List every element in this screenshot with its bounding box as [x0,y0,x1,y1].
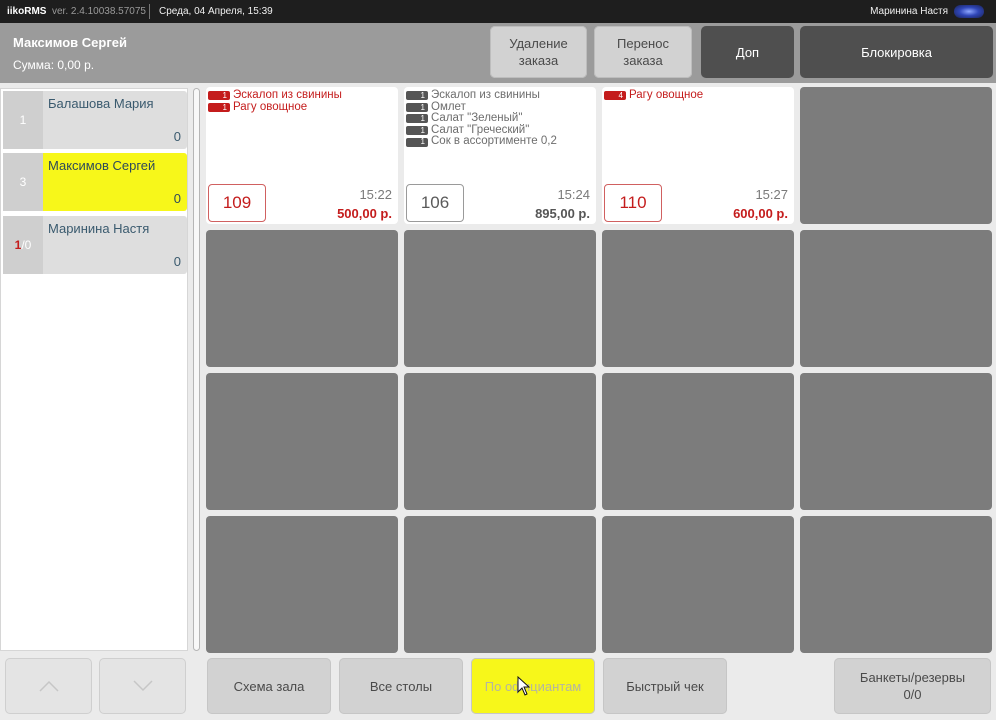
waiter-item-selected[interactable]: 3 Максимов Сергей 0 [3,153,187,211]
app-name: iikoRMS [7,6,47,17]
item-qty: 1 [208,91,230,101]
waiter-list-scrollbar[interactable] [193,88,200,651]
item-qty: 1 [406,126,428,136]
item-name: Рагу овощное [233,100,308,113]
item-name: Эскалоп из свинины [431,89,540,101]
order-items: 4 Рагу овощное [604,89,792,102]
item-qty: 4 [604,91,626,101]
order-time: 15:27 [755,187,788,202]
scroll-down-button[interactable] [99,658,186,714]
scroll-up-button[interactable] [5,658,92,714]
empty-order-slot[interactable] [206,230,398,367]
order-item: 1 Эскалоп из свинины [406,89,594,102]
waiter-counter: 0 [173,254,181,269]
waiter-count-red: 1 [14,238,22,252]
selected-waiter-sum: Сумма: 0,00 р. [13,58,95,72]
empty-order-slot[interactable] [602,516,794,653]
waiter-counter: 0 [173,129,181,144]
datetime: Среда, 04 Апреля, 15:39 [159,6,273,17]
table-number: 110 [604,184,662,222]
item-qty: 1 [406,137,428,147]
order-items: 1 Эскалоп из свинины 1 Омлет 1 Салат "Зелен… [406,89,594,148]
by-waiters-button[interactable]: По официантам [471,658,595,714]
order-item: 4 Рагу овощное [604,89,792,102]
empty-order-slot[interactable] [206,373,398,510]
chevron-down-icon [132,680,153,692]
all-tables-button[interactable]: Все столы [339,658,463,714]
table-number: 109 [208,184,266,222]
item-name: Рагу овощное [629,89,704,101]
order-sum: 500,00 р. [337,206,392,221]
order-item: 1 Эскалоп из свинины [208,89,396,102]
order-tile[interactable]: 1 Эскалоп из свинины 1 Рагу овощное 109 15… [206,87,398,224]
delete-order-line2: заказа [518,53,559,68]
item-qty: 1 [406,103,428,112]
header: Максимов Сергей Сумма: 0,00 р. Удаление … [0,23,996,83]
order-items: 1 Эскалоп из свинины 1 Рагу овощное [208,89,396,114]
waiter-list: 1 Балашова Мария 0 3 Максимов Сергей 0 1… [0,88,188,651]
empty-order-slot[interactable] [404,373,596,510]
item-name: Эскалоп из свинины [233,89,342,101]
current-user: Маринина Настя [870,6,948,17]
order-time: 15:24 [557,187,590,202]
empty-order-slot[interactable] [602,230,794,367]
item-qty: 1 [406,114,428,124]
delete-order-line1: Удаление [509,36,568,51]
mouse-cursor-icon [517,676,531,696]
hall-scheme-button[interactable]: Схема зала [207,658,331,714]
app-version: ver. 2.4.10038.57075 [52,6,146,17]
empty-order-slot[interactable] [602,373,794,510]
order-item: 1 Сок в ассортименте 0,2 [406,136,594,148]
table-number: 106 [406,184,464,222]
transfer-order-line1: Перенос [617,36,669,51]
order-item: 1 Рагу овощное [208,100,396,114]
order-sum: 895,00 р. [535,206,590,221]
waiter-order-count: 3 [3,153,43,211]
order-time: 15:22 [359,187,392,202]
waiter-count-rest: /0 [21,238,32,252]
item-name: Сок в ассортименте 0,2 [431,135,557,148]
waiter-item[interactable]: 1 Балашова Мария 0 [3,91,187,149]
order-sum: 600,00 р. [733,206,788,221]
banquets-button[interactable]: Банкеты/резервы 0/0 [834,658,991,714]
banquets-count: 0/0 [903,687,922,702]
selected-waiter-name: Максимов Сергей [13,35,127,50]
waiter-name: Маринина Настя [48,221,150,236]
empty-order-slot[interactable] [800,516,992,653]
title-divider [149,4,150,19]
transfer-order-line2: заказа [623,53,663,68]
empty-order-slot[interactable] [800,230,992,367]
item-qty: 1 [406,91,428,101]
empty-order-slot[interactable] [404,516,596,653]
empty-order-slot[interactable] [800,87,992,224]
item-qty: 1 [208,103,230,112]
order-tile[interactable]: 4 Рагу овощное 110 15:27 600,00 р. [602,87,794,224]
extra-button[interactable]: Доп [701,26,794,78]
waiter-item[interactable]: 1/0 Маринина Настя 0 [3,216,187,274]
title-bar: iikoRMS ver. 2.4.10038.57075 Среда, 04 А… [0,0,996,23]
transfer-order-button[interactable]: Перенос заказа [594,26,692,78]
delete-order-button[interactable]: Удаление заказа [490,26,587,78]
banquets-label: Банкеты/резервы [859,670,966,685]
chevron-up-icon [38,680,59,692]
waiter-order-count: 1 [3,91,43,149]
empty-order-slot[interactable] [206,516,398,653]
waiter-name: Балашова Мария [48,96,154,111]
empty-order-slot[interactable] [800,373,992,510]
lock-button[interactable]: Блокировка [800,26,993,78]
quick-check-button[interactable]: Быстрый чек [603,658,727,714]
user-orb-icon[interactable] [954,5,984,18]
waiter-order-count: 1/0 [3,216,43,274]
waiter-counter: 0 [173,191,181,206]
order-tile[interactable]: 1 Эскалоп из свинины 1 Омлет 1 Салат "Зелен… [404,87,596,224]
empty-order-slot[interactable] [404,230,596,367]
waiter-name: Максимов Сергей [48,158,156,173]
